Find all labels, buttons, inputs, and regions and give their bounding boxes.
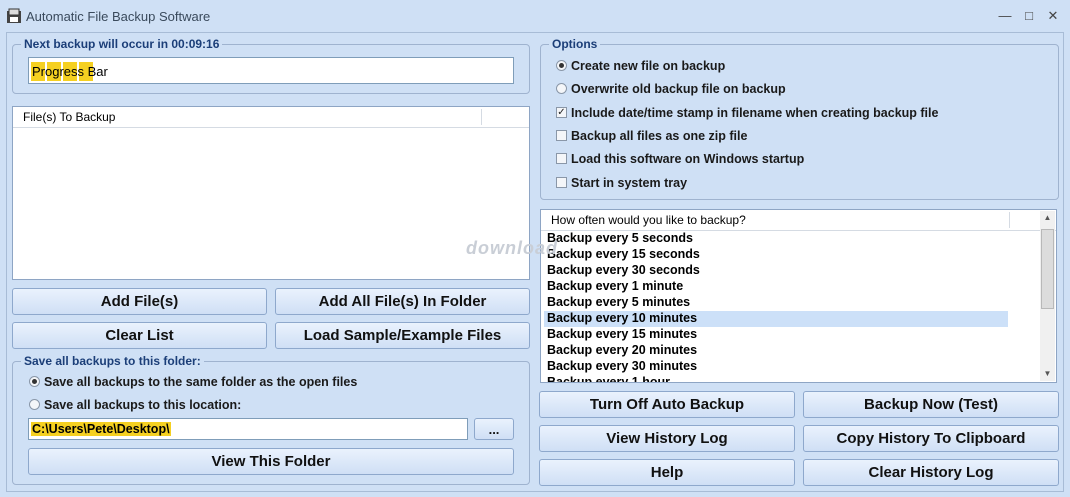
list-item[interactable]: Backup every 1 minute: [544, 279, 1008, 295]
list-item[interactable]: Backup every 15 minutes: [544, 327, 1008, 343]
startup-label[interactable]: Load this software on Windows startup: [571, 152, 804, 166]
frequency-column-header: How often would you like to backup?: [551, 213, 746, 227]
list-item[interactable]: Backup every 5 minutes: [544, 295, 1008, 311]
overwrite-label[interactable]: Overwrite old backup file on backup: [571, 82, 786, 96]
title-bar: Automatic File Backup Software — □ ✕: [0, 0, 1070, 32]
files-column-header: File(s) To Backup: [23, 110, 116, 124]
list-item[interactable]: Backup every 5 seconds: [544, 231, 1008, 247]
copy-history-button[interactable]: Copy History To Clipboard: [803, 425, 1059, 452]
scroll-up-icon[interactable]: ▲: [1040, 211, 1055, 225]
column-separator: [481, 109, 482, 125]
list-item[interactable]: Backup every 20 minutes: [544, 343, 1008, 359]
list-item[interactable]: Backup every 30 minutes: [544, 359, 1008, 375]
include-date-label[interactable]: Include date/time stamp in filename when…: [571, 106, 938, 120]
minimize-button[interactable]: —: [995, 7, 1015, 25]
frequency-scrollbar[interactable]: ▲ ▼: [1040, 211, 1055, 381]
maximize-button[interactable]: □: [1019, 7, 1039, 25]
save-path-value: C:\Users\Pete\Desktop\: [31, 422, 171, 436]
progress-text: Progress Bar: [32, 64, 108, 79]
tray-checkbox[interactable]: [556, 177, 567, 188]
scroll-thumb[interactable]: [1041, 229, 1054, 309]
create-new-label[interactable]: Create new file on backup: [571, 59, 725, 73]
progress-bar: Progress Bar: [28, 57, 514, 84]
browse-button[interactable]: ...: [474, 418, 514, 440]
add-files-button[interactable]: Add File(s): [12, 288, 267, 315]
overwrite-radio[interactable]: [556, 83, 567, 94]
next-backup-label: Next backup will occur in 00:09:16: [21, 37, 223, 51]
load-sample-files-button[interactable]: Load Sample/Example Files: [275, 322, 530, 349]
list-item-selected[interactable]: Backup every 10 minutes: [544, 311, 1008, 327]
list-item[interactable]: Backup every 1 hour: [544, 375, 1008, 382]
list-item[interactable]: Backup every 15 seconds: [544, 247, 1008, 263]
list-item[interactable]: Backup every 30 seconds: [544, 263, 1008, 279]
same-folder-label[interactable]: Save all backups to the same folder as t…: [44, 375, 357, 389]
scroll-down-icon[interactable]: ▼: [1040, 367, 1055, 381]
view-folder-button[interactable]: View This Folder: [28, 448, 514, 475]
create-new-radio[interactable]: [556, 60, 567, 71]
zip-checkbox[interactable]: [556, 130, 567, 141]
backup-now-button[interactable]: Backup Now (Test): [803, 391, 1059, 418]
files-list-header[interactable]: File(s) To Backup: [13, 107, 529, 128]
clear-list-button[interactable]: Clear List: [12, 322, 267, 349]
location-label[interactable]: Save all backups to this location:: [44, 398, 241, 412]
add-all-files-in-folder-button[interactable]: Add All File(s) In Folder: [275, 288, 530, 315]
window-title: Automatic File Backup Software: [26, 9, 211, 24]
zip-label[interactable]: Backup all files as one zip file: [571, 129, 747, 143]
same-folder-radio[interactable]: [29, 376, 40, 387]
files-list[interactable]: File(s) To Backup: [12, 106, 530, 280]
tray-label[interactable]: Start in system tray: [571, 176, 687, 190]
watermark-text: download: [466, 238, 558, 258]
close-button[interactable]: ✕: [1043, 7, 1063, 25]
include-date-checkbox[interactable]: ✓: [556, 107, 567, 118]
startup-checkbox[interactable]: [556, 153, 567, 164]
app-icon: [7, 8, 21, 23]
column-separator: [1009, 212, 1010, 228]
frequency-list-header[interactable]: How often would you like to backup?: [541, 210, 1056, 231]
view-history-log-button[interactable]: View History Log: [539, 425, 795, 452]
save-folder-title: Save all backups to this folder:: [21, 354, 204, 368]
help-button[interactable]: Help: [539, 459, 795, 486]
options-title: Options: [549, 37, 601, 51]
frequency-list[interactable]: How often would you like to backup? Back…: [540, 209, 1057, 383]
save-path-input[interactable]: C:\Users\Pete\Desktop\: [28, 418, 468, 440]
location-radio[interactable]: [29, 399, 40, 410]
turn-off-auto-backup-button[interactable]: Turn Off Auto Backup: [539, 391, 795, 418]
clear-history-log-button[interactable]: Clear History Log: [803, 459, 1059, 486]
